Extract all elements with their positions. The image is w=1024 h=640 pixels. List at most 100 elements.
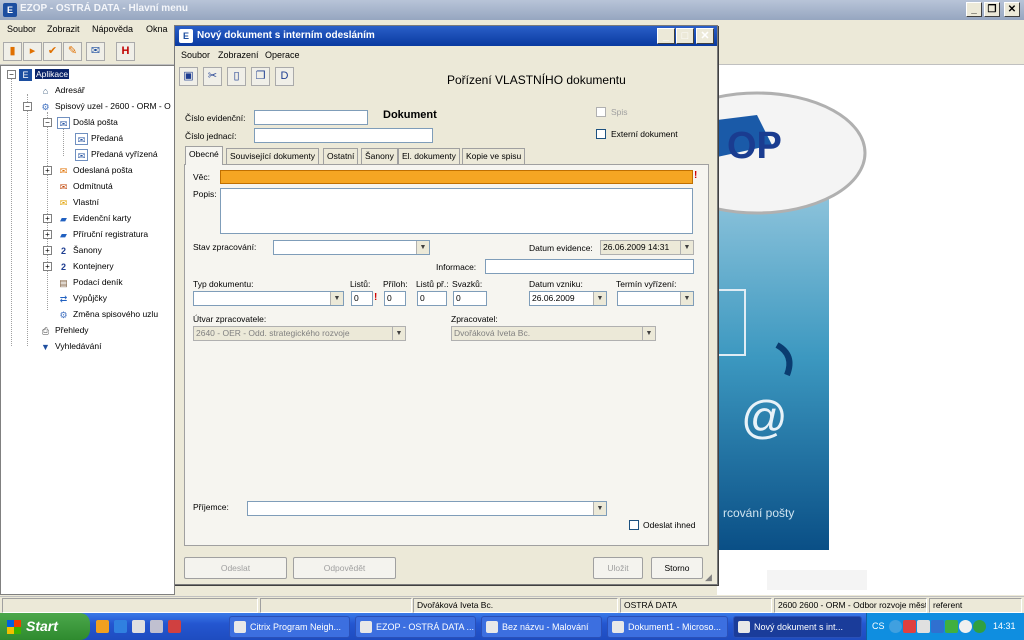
copy-icon[interactable]: ❐ bbox=[251, 67, 270, 86]
termin-vyrizeni-field[interactable]: ▼ bbox=[617, 291, 694, 306]
tree-item-odmitnuta[interactable]: ✉ Odmítnutá bbox=[57, 179, 113, 193]
expand-toggle[interactable]: + bbox=[43, 262, 52, 271]
externi-dokument-checkbox[interactable] bbox=[596, 129, 606, 139]
dialog-menu-operace[interactable]: Operace bbox=[265, 50, 300, 60]
ulozit-button[interactable]: Uložit bbox=[593, 557, 643, 579]
tree-item-odeslana-posta[interactable]: ✉ Odeslaná pošta bbox=[57, 163, 133, 177]
expand-toggle[interactable]: + bbox=[43, 166, 52, 175]
edit-icon[interactable]: ✎ bbox=[63, 42, 82, 61]
odeslat-button[interactable]: Odeslat bbox=[184, 557, 287, 579]
typ-dokumentu-select[interactable]: ▼ bbox=[193, 291, 344, 306]
tray-icon[interactable] bbox=[903, 620, 916, 633]
tree-item-vypujcky[interactable]: ⇄ Výpůjčky bbox=[57, 291, 107, 305]
tree-item-sanony[interactable]: 2 Šanony bbox=[57, 243, 102, 257]
datum-vzniku-field[interactable]: 26.06.2009 ▼ bbox=[529, 291, 607, 306]
vec-input[interactable] bbox=[220, 170, 693, 184]
quicklaunch-icon[interactable] bbox=[150, 620, 163, 633]
open-document-icon[interactable]: ▸ bbox=[23, 42, 42, 61]
document-d-icon[interactable]: D bbox=[275, 67, 294, 86]
quicklaunch-icon[interactable] bbox=[96, 620, 109, 633]
expand-toggle[interactable]: + bbox=[43, 246, 52, 255]
restore-button[interactable]: ❐ bbox=[984, 2, 1000, 17]
tab-souvisejici[interactable]: Související dokumenty bbox=[226, 148, 320, 164]
resize-grip-icon[interactable]: ◢ bbox=[705, 572, 712, 583]
tree-item-kontejnery[interactable]: 2 Kontejnery bbox=[57, 259, 114, 273]
tab-kopie-ve-spisu[interactable]: Kopie ve spisu bbox=[462, 148, 526, 164]
tray-icon[interactable] bbox=[889, 620, 902, 633]
tree-item-zmena-uzlu[interactable]: ⚙ Změna spisového uzlu bbox=[57, 307, 158, 321]
tree-item-spisovy-uzel[interactable]: ⚙ Spisový uzel - 2600 - ORM - O bbox=[39, 99, 170, 113]
datum-evidence-field[interactable]: 26.06.2009 14:31 ▼ bbox=[600, 240, 694, 255]
menu-okna[interactable]: Okna bbox=[146, 24, 168, 34]
tree-item-podaci-denik[interactable]: ▤ Podací deník bbox=[57, 275, 122, 289]
tree-item-evidencni-karty[interactable]: ▰ Evidenční karty bbox=[57, 211, 131, 225]
menu-napoveda[interactable]: Nápověda bbox=[92, 24, 133, 34]
listu-input[interactable]: 0 bbox=[351, 291, 373, 306]
new-document-icon[interactable]: ▮ bbox=[3, 42, 22, 61]
tree-item-vlastni[interactable]: ✉ Vlastní bbox=[57, 195, 99, 209]
dialog-maximize-button[interactable]: □ bbox=[676, 28, 694, 44]
check-icon[interactable]: ✔ bbox=[43, 42, 62, 61]
quicklaunch-icon[interactable] bbox=[168, 620, 181, 633]
expand-toggle[interactable]: − bbox=[7, 70, 16, 79]
cislo-evidencni-input[interactable] bbox=[254, 110, 368, 125]
spis-checkbox[interactable] bbox=[596, 107, 606, 117]
svazku-input[interactable]: 0 bbox=[453, 291, 487, 306]
zpracovatel-select[interactable]: Dvořáková Iveta Bc. ▼ bbox=[451, 326, 656, 341]
close-button[interactable]: ✕ bbox=[1004, 2, 1020, 17]
tray-icon[interactable] bbox=[959, 620, 972, 633]
odeslat-ihned-checkbox[interactable] bbox=[629, 520, 639, 530]
expand-toggle[interactable]: − bbox=[23, 102, 32, 111]
cislo-jednaci-input[interactable] bbox=[254, 128, 433, 143]
expand-toggle[interactable]: − bbox=[43, 118, 52, 127]
mail-icon[interactable]: ✉ bbox=[86, 42, 105, 61]
tool-h-icon[interactable]: H bbox=[116, 42, 135, 61]
utvar-zpracovatele-select[interactable]: 2640 - OER - Odd. strategického rozvoje ▼ bbox=[193, 326, 406, 341]
dialog-close-button[interactable]: ✕ bbox=[696, 28, 714, 44]
dialog-menu-soubor[interactable]: Soubor bbox=[181, 50, 210, 60]
dialog-minimize-button[interactable]: _ bbox=[657, 28, 675, 44]
language-indicator[interactable]: CS bbox=[872, 621, 885, 631]
tab-ostatni[interactable]: Ostatní bbox=[323, 148, 359, 164]
quicklaunch-icon[interactable] bbox=[132, 620, 145, 633]
prijemce-select[interactable]: ▼ bbox=[247, 501, 607, 516]
save-icon[interactable]: ▣ bbox=[179, 67, 198, 86]
taskbar-item-novy-dokument[interactable]: Nový dokument s int... bbox=[733, 616, 862, 638]
taskbar-item-word[interactable]: Dokument1 - Microso... bbox=[607, 616, 728, 638]
listu-prilohy-input[interactable]: 0 bbox=[417, 291, 447, 306]
tray-icon[interactable] bbox=[973, 620, 986, 633]
tree-item-prirucni-registratura[interactable]: ▰ Příruční registratura bbox=[57, 227, 148, 241]
informace-input[interactable] bbox=[485, 259, 694, 274]
odpovedet-button[interactable]: Odpovědět bbox=[293, 557, 396, 579]
tab-obecne[interactable]: Obecné bbox=[185, 146, 223, 165]
tree-item-adresar[interactable]: ⌂ Adresář bbox=[39, 83, 85, 97]
stav-zpracovani-select[interactable]: ▼ bbox=[273, 240, 430, 255]
menu-soubor[interactable]: Soubor bbox=[7, 24, 36, 34]
minimize-button[interactable]: _ bbox=[966, 2, 982, 17]
menu-zobrazit[interactable]: Zobrazit bbox=[47, 24, 80, 34]
expand-toggle[interactable]: + bbox=[43, 230, 52, 239]
tab-sanony[interactable]: Šanony bbox=[361, 148, 398, 164]
expand-toggle[interactable]: + bbox=[43, 214, 52, 223]
tree-item-predana-vyrizena[interactable]: ✉ Předaná vyřízená bbox=[75, 147, 158, 161]
tree-item-predana[interactable]: ✉ Předaná bbox=[75, 131, 123, 145]
start-button[interactable]: Start bbox=[0, 613, 90, 640]
tree-root-aplikace[interactable]: E Aplikace bbox=[19, 67, 70, 81]
dialog-menu-zobrazeni[interactable]: Zobrazení bbox=[218, 50, 259, 60]
tree-item-prehledy[interactable]: ⎙ Přehledy bbox=[39, 323, 89, 337]
document-icon[interactable]: ▯ bbox=[227, 67, 246, 86]
storno-button[interactable]: Storno bbox=[651, 557, 703, 579]
taskbar-item-citrix[interactable]: Citrix Program Neigh... bbox=[229, 616, 350, 638]
tree-item-vyhledavani[interactable]: ▼ Vyhledávání bbox=[39, 339, 101, 353]
tab-el-dokumenty[interactable]: El. dokumenty bbox=[398, 148, 460, 164]
tray-icon[interactable] bbox=[917, 620, 930, 633]
cut-icon[interactable]: ✂ bbox=[203, 67, 222, 86]
priloh-input[interactable]: 0 bbox=[384, 291, 406, 306]
taskbar-item-malovani[interactable]: Bez názvu - Malování bbox=[481, 616, 602, 638]
tray-icon[interactable] bbox=[945, 620, 958, 633]
ie-icon[interactable] bbox=[114, 620, 127, 633]
tray-icon[interactable] bbox=[931, 620, 944, 633]
taskbar-item-ezop[interactable]: EZOP - OSTRÁ DATA ... bbox=[355, 616, 476, 638]
tree-item-dosla-posta[interactable]: ✉ Došlá pošta bbox=[57, 115, 118, 129]
popis-textarea[interactable] bbox=[220, 188, 693, 234]
